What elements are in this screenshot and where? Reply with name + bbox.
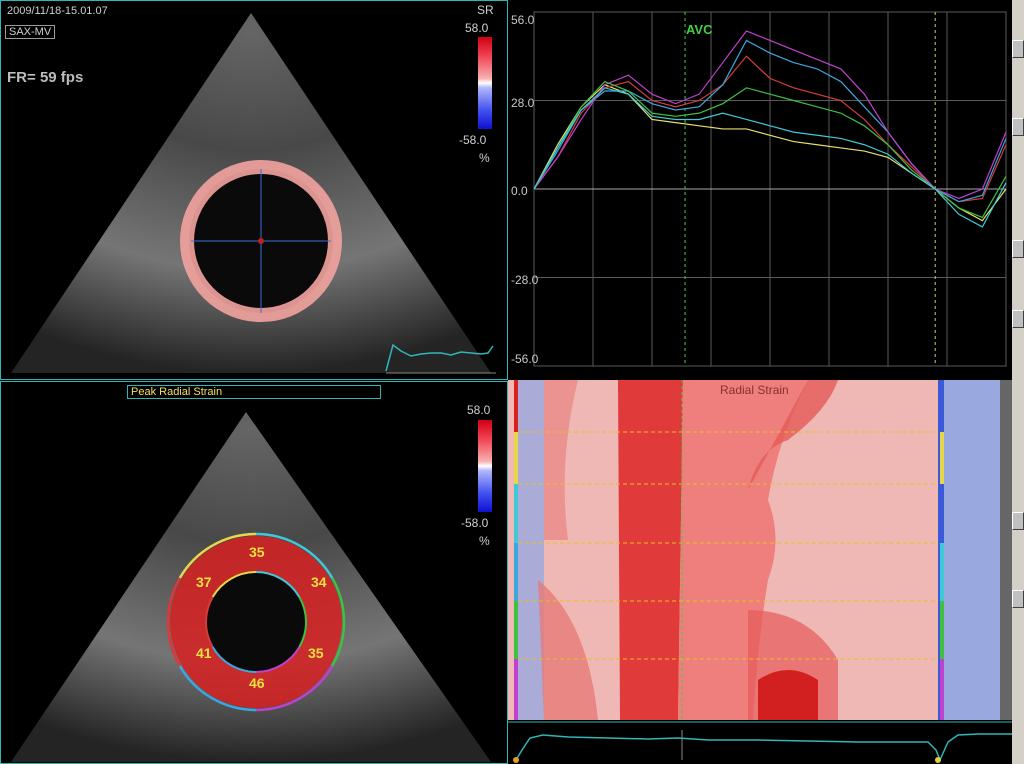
bl-scale-unit-label: %: [479, 534, 490, 548]
echo-image-top: [11, 13, 496, 374]
peak-strain-panel[interactable]: Peak Radial Strain 35 37 41 46 35 34 58.0 -58…: [0, 381, 508, 764]
echo-image-bottom: 35 37 41 46 35 34: [11, 412, 491, 762]
bl-scale-max-label: 58.0: [467, 403, 491, 417]
chart-plot-area: [533, 11, 1007, 367]
radial-strain-map[interactable]: Radial Strain: [508, 380, 1012, 720]
color-scale-bar: [478, 37, 492, 129]
strain-map-image: [508, 380, 1012, 720]
side-button[interactable]: [1012, 590, 1024, 608]
ecg-end-marker: [935, 757, 941, 763]
y-tick-label: 28.0: [511, 96, 535, 110]
bl-color-scale-bar: [478, 420, 492, 512]
frame-rate-prefix: FR=: [7, 69, 36, 86]
radial-strain-title: Radial Strain: [720, 383, 789, 397]
y-tick-label: 0.0: [511, 184, 528, 198]
strain-curve-chart[interactable]: AVC 56.0 28.0 0.0 -28.0 -56.0: [508, 0, 1012, 380]
side-button[interactable]: [1012, 310, 1024, 328]
side-toolbar: [1012, 0, 1024, 764]
frame-rate-label: FR= 59 fps: [7, 69, 83, 86]
bl-scale-min-label: -58.0: [461, 516, 489, 530]
avc-label: AVC: [686, 22, 713, 37]
segment-value-posterior: 35: [308, 645, 324, 661]
ecg-start-marker: [513, 757, 519, 763]
segment-value-inferior: 46: [249, 675, 265, 691]
ecg-trace: [508, 721, 1012, 763]
segment-value-anterior: 35: [249, 544, 265, 560]
segment-value-lateral: 34: [311, 574, 327, 590]
frame-rate-value: 59 fps: [39, 69, 84, 86]
scale-unit-label: %: [479, 151, 490, 165]
scale-max-label: 58.0: [465, 21, 489, 35]
side-button[interactable]: [1012, 40, 1024, 58]
side-button[interactable]: [1012, 240, 1024, 258]
datetime-label: 2009/11/18-15.01.07: [7, 5, 108, 17]
y-tick-label: -56.0: [511, 352, 539, 366]
ecg-strip[interactable]: [508, 720, 1012, 764]
view-label: SAX-MV: [5, 25, 56, 39]
y-tick-label: 56.0: [511, 13, 535, 27]
y-tick-label: -28.0: [511, 273, 539, 287]
side-button[interactable]: [1012, 118, 1024, 136]
scale-min-label: -58.0: [459, 133, 487, 147]
side-button[interactable]: [1012, 512, 1024, 530]
segment-value-inferoseptal: 41: [196, 645, 212, 661]
scale-title: SR: [477, 3, 494, 17]
segment-value-anteroseptal: 37: [196, 574, 212, 590]
sr-echo-panel[interactable]: 2009/11/18-15.01.07 SAX-MV FR= 59 fps SR…: [0, 0, 508, 380]
